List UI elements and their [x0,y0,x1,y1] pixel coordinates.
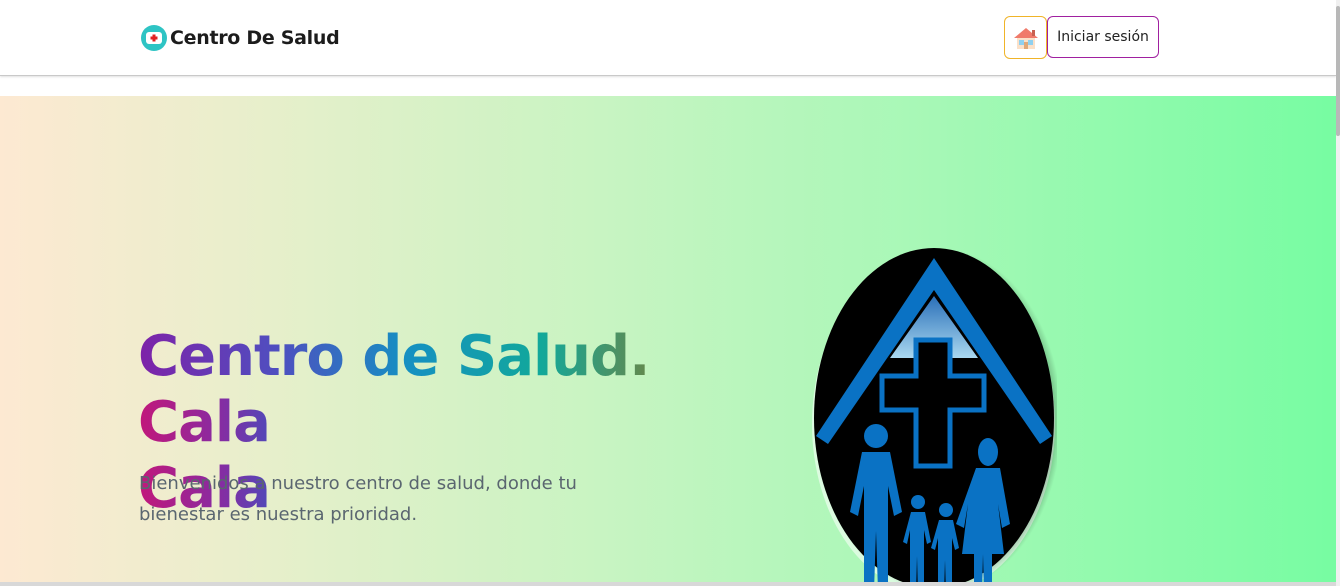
login-button[interactable]: Iniciar sesión [1047,16,1159,58]
brand-name: Centro De Salud [170,27,340,49]
brand[interactable]: Centro De Salud [140,24,340,52]
hero-section: Centro de Salud. Cala Cala Bienvenidos a… [0,96,1336,586]
health-center-logo [812,246,1057,586]
bottom-edge [0,582,1336,586]
medical-cross-badge-icon [141,25,167,51]
family-health-center-logo [814,248,1057,586]
house-icon [1013,27,1038,49]
hero-title-line1: Centro de Salud. [138,324,698,390]
scrollbar-thumb[interactable] [1336,6,1340,136]
top-navbar: Centro De Salud Iniciar sesión [0,0,1336,76]
page-scrollbar[interactable] [1336,0,1340,586]
home-button[interactable] [1004,16,1047,59]
hero-subtitle: Bienvenidos a nuestro centro de salud, d… [139,473,577,525]
